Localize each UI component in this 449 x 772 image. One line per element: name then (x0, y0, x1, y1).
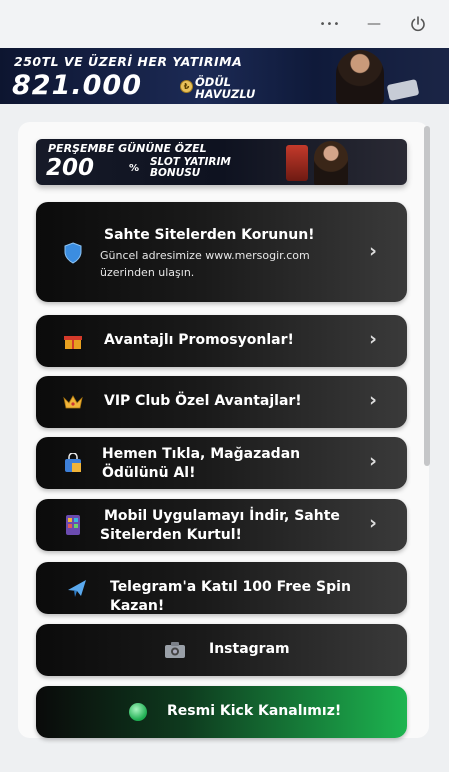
link-card-title: VIP Club Özel Avantajlar! (104, 393, 302, 409)
top-banner-amount: 821.000 (12, 70, 142, 101)
more-options-label: ••• (319, 18, 341, 30)
power-icon (411, 16, 425, 32)
chips-image (386, 79, 420, 101)
link-card-vip[interactable]: VIP Club Özel Avantajlar! › (36, 376, 407, 428)
model-image (314, 141, 348, 185)
model-image (336, 50, 384, 104)
minimize-icon: — (367, 16, 381, 32)
top-banner-subtitle: ÖDÜL HAVUZLU (195, 76, 255, 100)
link-card-desc-line1: Güncel adresimize www.mersogir.com (100, 249, 310, 262)
minimize-button[interactable]: — (360, 12, 388, 36)
link-card-promotions[interactable]: Avantajlı Promosyonlar! › (36, 315, 407, 367)
scrollbar-thumb[interactable] (424, 126, 430, 466)
link-card-title: Telegram'a Katıl 100 Free Spin Kazan! (110, 579, 351, 614)
crown-icon (60, 389, 86, 415)
chevron-right-icon: › (369, 389, 377, 411)
top-promo-banner[interactable]: 250TL VE ÜZERİ HER YATIRIMA 821.000 ₺ ÖD… (0, 48, 449, 104)
link-card-fake-sites[interactable]: Sahte Sitelerden Korunun! Güncel adresim… (36, 202, 407, 302)
lira-coin-icon: ₺ (180, 80, 193, 93)
link-card-title-line1: Mobil Uygulamayı İndir, Sahte (104, 508, 340, 524)
chevron-right-icon: › (369, 512, 377, 534)
chevron-right-icon: › (369, 240, 377, 262)
shopping-bag-icon (60, 450, 86, 476)
link-card-title: Instagram (209, 641, 290, 657)
airplane-icon (64, 575, 90, 601)
link-card-telegram[interactable]: Telegram'a Katıl 100 Free Spin Kazan! (36, 562, 407, 614)
link-card-desc-line2: üzerinden ulaşın. (100, 266, 195, 279)
link-card-mobile-app[interactable]: Mobil Uygulamayı İndir, Sahte Sitelerden… (36, 499, 407, 551)
chevron-right-icon: › (369, 328, 377, 350)
slot-banner-subtitle: SLOT YATIRIM BONUSU (150, 157, 231, 179)
slot-machine-image (286, 145, 308, 181)
more-options-icon[interactable]: ••• (316, 12, 344, 36)
mobile-phone-icon (60, 512, 86, 538)
link-card-title: Resmi Kick Kanalımız! (167, 703, 342, 719)
power-button[interactable] (404, 12, 432, 36)
slot-bonus-banner[interactable]: PERŞEMBE GÜNÜNE ÖZEL 200 % SLOT YATIRIM … (36, 139, 407, 185)
scrollbar[interactable] (424, 126, 430, 736)
slot-banner-amount: 200 (46, 155, 95, 181)
link-card-store[interactable]: Hemen Tıkla, Mağazadan Ödülünü Al! › (36, 437, 407, 489)
link-card-instagram[interactable]: Instagram (36, 624, 407, 676)
camera-icon (162, 637, 188, 663)
link-card-title-line1: Hemen Tıkla, Mağazadan (102, 446, 301, 462)
window-titlebar: ••• — (0, 0, 449, 48)
gift-icon (60, 328, 86, 354)
slot-banner-line1: PERŞEMBE GÜNÜNE ÖZEL (48, 142, 207, 155)
link-card-title: Sahte Sitelerden Korunun! (104, 227, 315, 243)
slot-banner-percent: % (129, 163, 140, 174)
link-card-title: Avantajlı Promosyonlar! (104, 332, 294, 348)
link-card-kick[interactable]: Resmi Kick Kanalımız! (36, 686, 407, 738)
chevron-right-icon: › (369, 450, 377, 472)
link-card-title-line2: Ödülünü Al! (102, 465, 196, 481)
slot-banner-sub-b: BONUSU (150, 167, 201, 179)
top-banner-line1: 250TL VE ÜZERİ HER YATIRIMA (14, 54, 243, 69)
green-circle-icon (125, 699, 151, 725)
link-card-title-line2: Sitelerden Kurtul! (100, 527, 242, 543)
shield-icon (60, 240, 86, 266)
top-banner-sub-b: HAVUZLU (195, 87, 256, 101)
